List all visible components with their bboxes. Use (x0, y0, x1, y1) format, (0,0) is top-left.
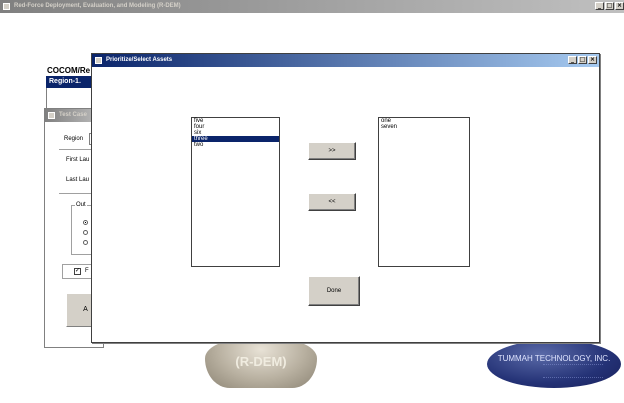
dialog-controls: _ □ × (568, 56, 597, 64)
region-label: Region (64, 136, 84, 142)
main-window-controls: _ □ × (595, 2, 624, 10)
radio-option-1[interactable] (83, 220, 88, 225)
dialog-icon (95, 57, 102, 64)
main-window-titlebar[interactable]: Red-Force Deployment, Evaluation, and Mo… (0, 0, 624, 13)
radio-option-3[interactable] (83, 240, 88, 245)
available-assets-list[interactable]: five four six three two (191, 117, 280, 267)
minimize-button[interactable]: _ (595, 2, 604, 10)
app-icon (3, 3, 10, 10)
close-button[interactable]: × (615, 2, 624, 10)
done-button[interactable]: Done (308, 276, 360, 306)
main-window-title: Red-Force Deployment, Evaluation, and Mo… (14, 3, 181, 9)
list-item[interactable]: two (192, 142, 279, 148)
test-case-title: Test Case (59, 112, 87, 118)
last-launch-label: Last Lau (66, 177, 90, 183)
dialog-minimize-button[interactable]: _ (568, 56, 577, 64)
radio-option-2[interactable] (83, 230, 88, 235)
list-item[interactable]: seven (379, 124, 469, 130)
cocom-region-label: COCOM/Re (47, 66, 91, 75)
add-asset-button[interactable]: >> (308, 142, 356, 160)
rdem-logo-text: (R-DEM) (235, 354, 287, 369)
checkbox[interactable]: ✓ (74, 268, 81, 275)
prioritize-select-assets-dialog: Prioritize/Select Assets _ □ × five four… (91, 53, 600, 343)
rdem-logo: (R-DEM) (205, 340, 317, 388)
checkbox-label: F (85, 268, 89, 274)
dialog-titlebar[interactable]: Prioritize/Select Assets _ □ × (92, 54, 599, 67)
dialog-close-button[interactable]: × (588, 56, 597, 64)
first-launch-label: First Lau (66, 157, 90, 163)
dialog-title: Prioritize/Select Assets (106, 57, 173, 63)
maximize-button[interactable]: □ (605, 2, 614, 10)
dialog-maximize-button[interactable]: □ (578, 56, 587, 64)
region-list-selected-item[interactable]: Region-1. (46, 76, 96, 88)
tummah-technology-logo: TUMMAH TECHNOLOGY, INC. (487, 340, 621, 388)
remove-asset-button[interactable]: << (308, 193, 356, 211)
test-case-window-icon (48, 112, 55, 119)
output-group-label: Out (75, 202, 87, 208)
selected-assets-list[interactable]: one seven (378, 117, 470, 267)
logo-fine-print (543, 364, 603, 378)
tummah-logo-text: TUMMAH TECHNOLOGY, INC. (497, 354, 611, 363)
